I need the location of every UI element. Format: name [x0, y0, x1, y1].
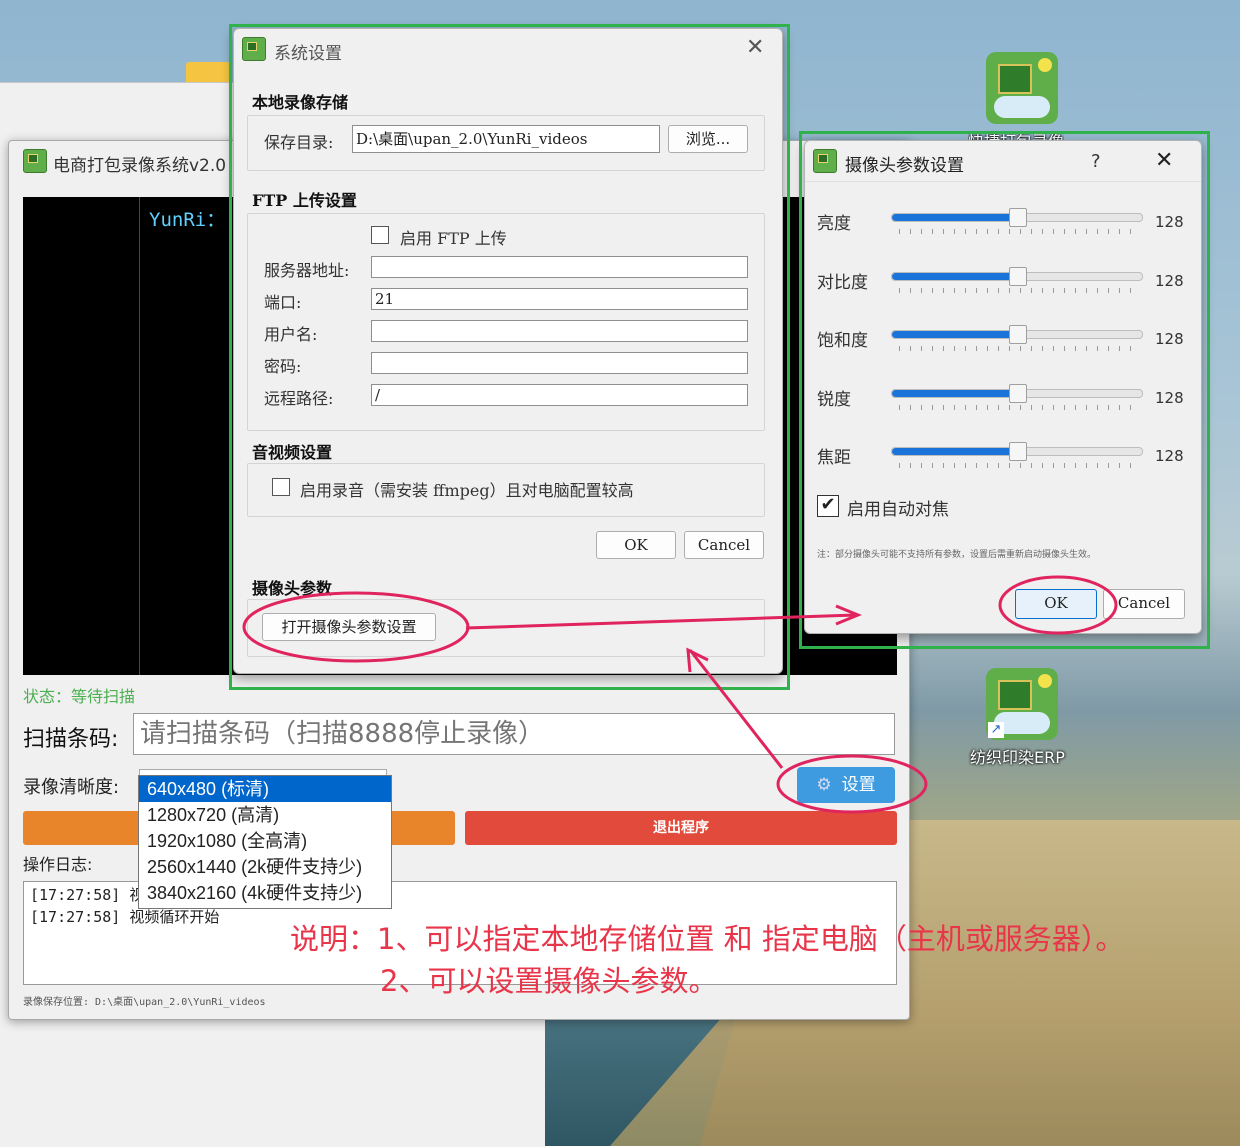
slider-handle[interactable]: [1009, 384, 1027, 403]
slider-fill: [892, 214, 1017, 221]
section-title-av: 音视频设置: [252, 443, 333, 462]
cancel-button[interactable]: Cancel: [684, 531, 764, 559]
browse-button[interactable]: 浏览...: [668, 125, 748, 153]
open-camera-settings-button[interactable]: 打开摄像头参数设置: [262, 613, 436, 641]
shortcut-arrow-icon: ↗: [988, 722, 1004, 738]
slider-handle[interactable]: [1009, 442, 1027, 461]
resolution-label: 录像清晰度:: [23, 777, 120, 798]
port-input[interactable]: 21: [371, 288, 748, 310]
slider-ticks: [899, 405, 1133, 410]
video-overlay-text: YunRi：: [149, 209, 226, 231]
resolution-option[interactable]: 2560x1440 (2k硬件支持少): [139, 854, 391, 880]
slider-label: 锐度: [817, 390, 851, 410]
slider-fill: [892, 273, 1017, 280]
autofocus-label: 启用自动对焦: [847, 500, 949, 520]
annotation-line-1: 说明：1、可以指定本地存储位置 和 指定电脑（主机或服务器）。: [290, 922, 1125, 956]
slider-handle[interactable]: [1009, 208, 1027, 227]
section-title-local: 本地录像存储: [252, 93, 349, 112]
slider-ticks: [899, 463, 1133, 468]
app-icon: [23, 149, 47, 173]
desktop-app-icon-1[interactable]: [986, 52, 1058, 124]
settings-button-label: 设置: [841, 775, 876, 795]
slider-track[interactable]: [891, 384, 1143, 403]
slider-value: 128: [1155, 272, 1184, 290]
slider-fill: [892, 331, 1017, 338]
resolution-dropdown-list: 640x480 (标清) 1280x720 (高清) 1920x1080 (全高…: [138, 775, 392, 909]
save-path-text: 录像保存位置: D:\桌面\upan_2.0\YunRi_videos: [23, 997, 266, 1008]
slider-ticks: [899, 288, 1133, 293]
slider-ticks: [899, 229, 1133, 234]
resolution-option[interactable]: 640x480 (标清): [139, 776, 391, 802]
audio-enable-label: 启用录音（需安装 ffmpeg）且对电脑配置较高: [300, 481, 634, 500]
camera-note: 注：部分摄像头可能不支持所有参数，设置后需重新启动摄像头生效。: [817, 550, 1097, 560]
slider-label: 亮度: [817, 214, 851, 234]
close-icon[interactable]: ✕: [746, 35, 764, 60]
ok-button[interactable]: OK: [596, 531, 676, 559]
slider-value: 128: [1155, 213, 1184, 231]
section-title-ftp: FTP 上传设置: [252, 191, 357, 210]
password-input[interactable]: [371, 352, 748, 374]
resolution-option[interactable]: 1920x1080 (全高清): [139, 828, 391, 854]
dialog-app-icon: [242, 37, 266, 61]
help-icon[interactable]: ?: [1091, 151, 1101, 172]
dialog-title: 摄像头参数设置: [845, 156, 964, 176]
video-overlay: [139, 197, 230, 675]
log-label: 操作日志:: [23, 855, 93, 874]
dialog-app-icon: [813, 149, 837, 173]
annotation-line-2: 2、可以设置摄像头参数。: [380, 964, 718, 998]
ftp-enable-label: 启用 FTP 上传: [400, 229, 507, 248]
slider-track[interactable]: [891, 208, 1143, 227]
system-settings-dialog: 系统设置 ✕ 本地录像存储 保存目录: D:\桌面\upan_2.0\YunRi…: [233, 28, 783, 674]
username-input[interactable]: [371, 320, 748, 342]
title-divider: [805, 181, 1201, 182]
slider-ticks: [899, 346, 1133, 351]
autofocus-checkbox[interactable]: ✔: [817, 495, 839, 517]
slider-label: 饱和度: [817, 331, 868, 351]
port-label: 端口:: [264, 293, 302, 312]
resolution-option[interactable]: 3840x2160 (4k硬件支持少): [139, 880, 391, 906]
desktop-icon-2-label[interactable]: 纺织印染ERP: [970, 744, 1065, 768]
camera-settings-dialog: 摄像头参数设置 ? ✕ 亮度 128 对比度 128 饱和度 128 锐度 128 焦距 128 …: [804, 140, 1202, 634]
audio-enable-checkbox[interactable]: [272, 478, 290, 496]
slider-handle[interactable]: [1009, 267, 1027, 286]
ok-button[interactable]: OK: [1015, 589, 1097, 619]
slider-track[interactable]: [891, 325, 1143, 344]
slider-track[interactable]: [891, 442, 1143, 461]
close-icon[interactable]: ✕: [1155, 148, 1173, 173]
slider-value: 128: [1155, 330, 1184, 348]
slider-value: 128: [1155, 389, 1184, 407]
ftp-enable-checkbox[interactable]: [371, 226, 389, 244]
slider-track[interactable]: [891, 267, 1143, 286]
scan-label: 扫描条码:: [23, 727, 119, 752]
desktop-app-icon-2[interactable]: ↗: [986, 668, 1058, 740]
slider-handle[interactable]: [1009, 325, 1027, 344]
dialog-title: 系统设置: [274, 44, 342, 64]
save-dir-label: 保存目录:: [264, 133, 334, 152]
annotation-note: 说明：1、可以指定本地存储位置 和 指定电脑（主机或服务器）。 2、可以设置摄像…: [290, 918, 1124, 1002]
slider-value: 128: [1155, 447, 1184, 465]
slider-label: 焦距: [817, 448, 851, 468]
section-title-camera: 摄像头参数: [252, 579, 333, 598]
server-input[interactable]: [371, 256, 748, 278]
status-text: 状态：等待扫描: [23, 687, 136, 706]
main-window-title: 电商打包录像系统v2.0: [53, 156, 227, 176]
password-label: 密码:: [264, 357, 302, 376]
gear-icon: ⚙: [816, 775, 832, 795]
exit-button[interactable]: 退出程序: [465, 811, 897, 845]
slider-fill: [892, 448, 1017, 455]
remote-path-label: 远程路径:: [264, 389, 334, 408]
scan-barcode-input[interactable]: [133, 713, 895, 755]
slider-label: 对比度: [817, 273, 868, 293]
slider-fill: [892, 390, 1017, 397]
server-label: 服务器地址:: [264, 261, 350, 280]
folder-icon[interactable]: [186, 62, 230, 84]
resolution-option[interactable]: 1280x720 (高清): [139, 802, 391, 828]
username-label: 用户名:: [264, 325, 318, 344]
cancel-button[interactable]: Cancel: [1103, 589, 1185, 619]
remote-path-input[interactable]: /: [371, 384, 748, 406]
save-dir-input[interactable]: D:\桌面\upan_2.0\YunRi_videos: [352, 125, 660, 153]
settings-button[interactable]: ⚙ 设置: [797, 767, 895, 803]
